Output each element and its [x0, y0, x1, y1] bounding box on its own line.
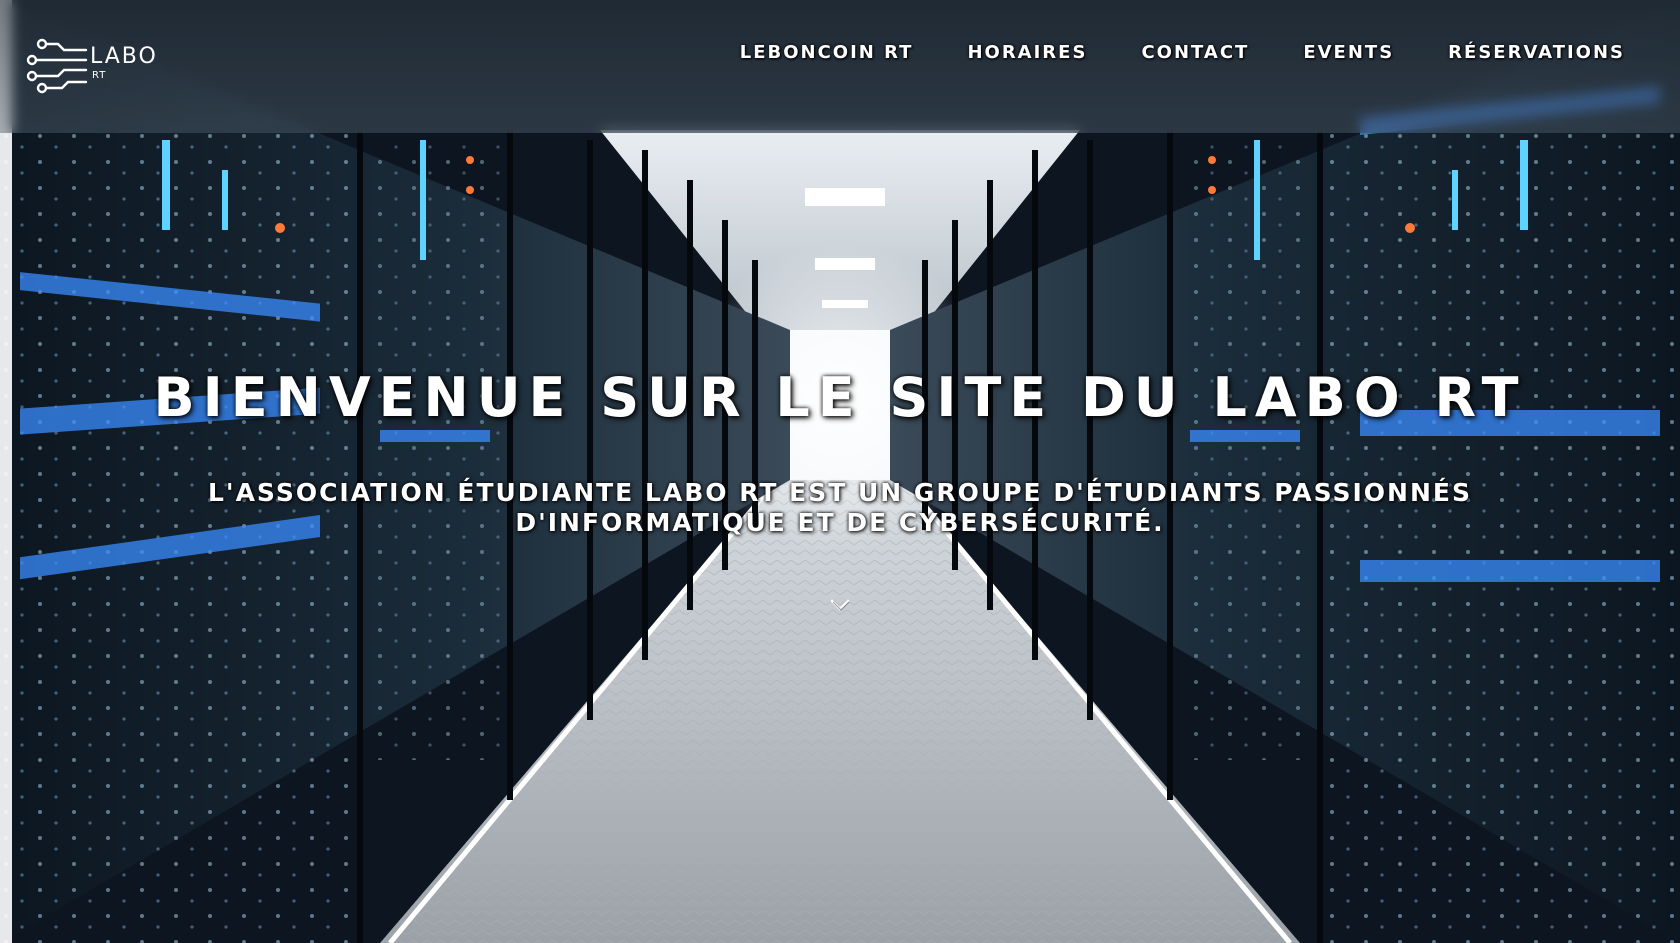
chevron-down-icon — [830, 599, 850, 611]
nav-link-horaires[interactable]: HORAIRES — [967, 42, 1087, 63]
server-room-background — [0, 0, 1680, 943]
hero-subtitle: L'ASSOCIATION ÉTUDIANTE LABO RT EST UN G… — [208, 478, 1472, 537]
nav-link-leboncoin-rt[interactable]: LEBONCOIN RT — [740, 42, 914, 63]
circuit-icon — [26, 38, 88, 94]
site-header: LABO RT LEBONCOIN RT HORAIRES CONTACT EV… — [0, 0, 1680, 133]
nav-link-events[interactable]: EVENTS — [1303, 42, 1394, 63]
nav-link-contact[interactable]: CONTACT — [1141, 42, 1249, 63]
nav-link-reservations[interactable]: RÉSERVATIONS — [1448, 42, 1625, 63]
logo-link[interactable]: LABO RT — [26, 36, 166, 96]
hero-section: LABO RT LEBONCOIN RT HORAIRES CONTACT EV… — [0, 0, 1680, 943]
hero-title: BIENVENUE SUR LE SITE DU LABO RT — [153, 366, 1527, 429]
main-nav: LEBONCOIN RT HORAIRES CONTACT EVENTS RÉS… — [740, 42, 1625, 63]
logo-subtitle: RT — [92, 70, 107, 81]
scroll-down-button[interactable] — [828, 596, 852, 616]
logo-title: LABO — [90, 44, 158, 69]
